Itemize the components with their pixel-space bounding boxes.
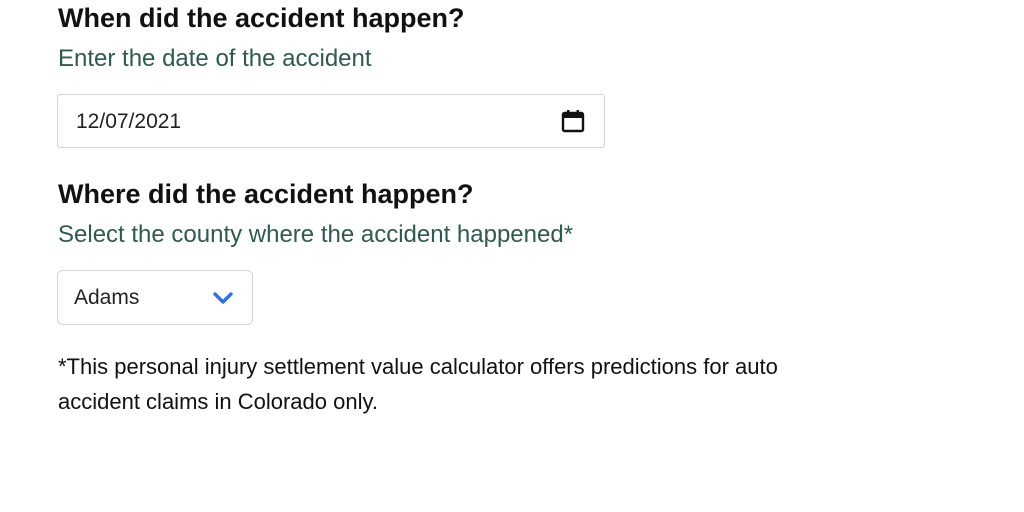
colorado-disclaimer: *This personal injury settlement value c… xyxy=(58,349,938,419)
location-question-subheading: Select the county where the accident hap… xyxy=(58,221,574,248)
accident-form: When did the accident happen? Enter the … xyxy=(0,0,1024,512)
disclaimer-line-2: accident claims in Colorado only. xyxy=(58,389,378,414)
location-question-heading: Where did the accident happen? xyxy=(58,179,474,209)
date-question-heading: When did the accident happen? xyxy=(58,3,465,33)
chevron-down-icon[interactable] xyxy=(212,288,234,308)
county-select-value[interactable]: Adams xyxy=(74,285,139,311)
county-select[interactable]: Adams xyxy=(57,270,253,325)
date-question-subheading: Enter the date of the accident xyxy=(58,45,372,72)
accident-date-input[interactable]: 12/07/2021 xyxy=(57,94,605,148)
disclaimer-line-1: *This personal injury settlement value c… xyxy=(58,354,778,379)
accident-date-value[interactable]: 12/07/2021 xyxy=(76,109,181,135)
calendar-icon[interactable] xyxy=(561,109,585,133)
